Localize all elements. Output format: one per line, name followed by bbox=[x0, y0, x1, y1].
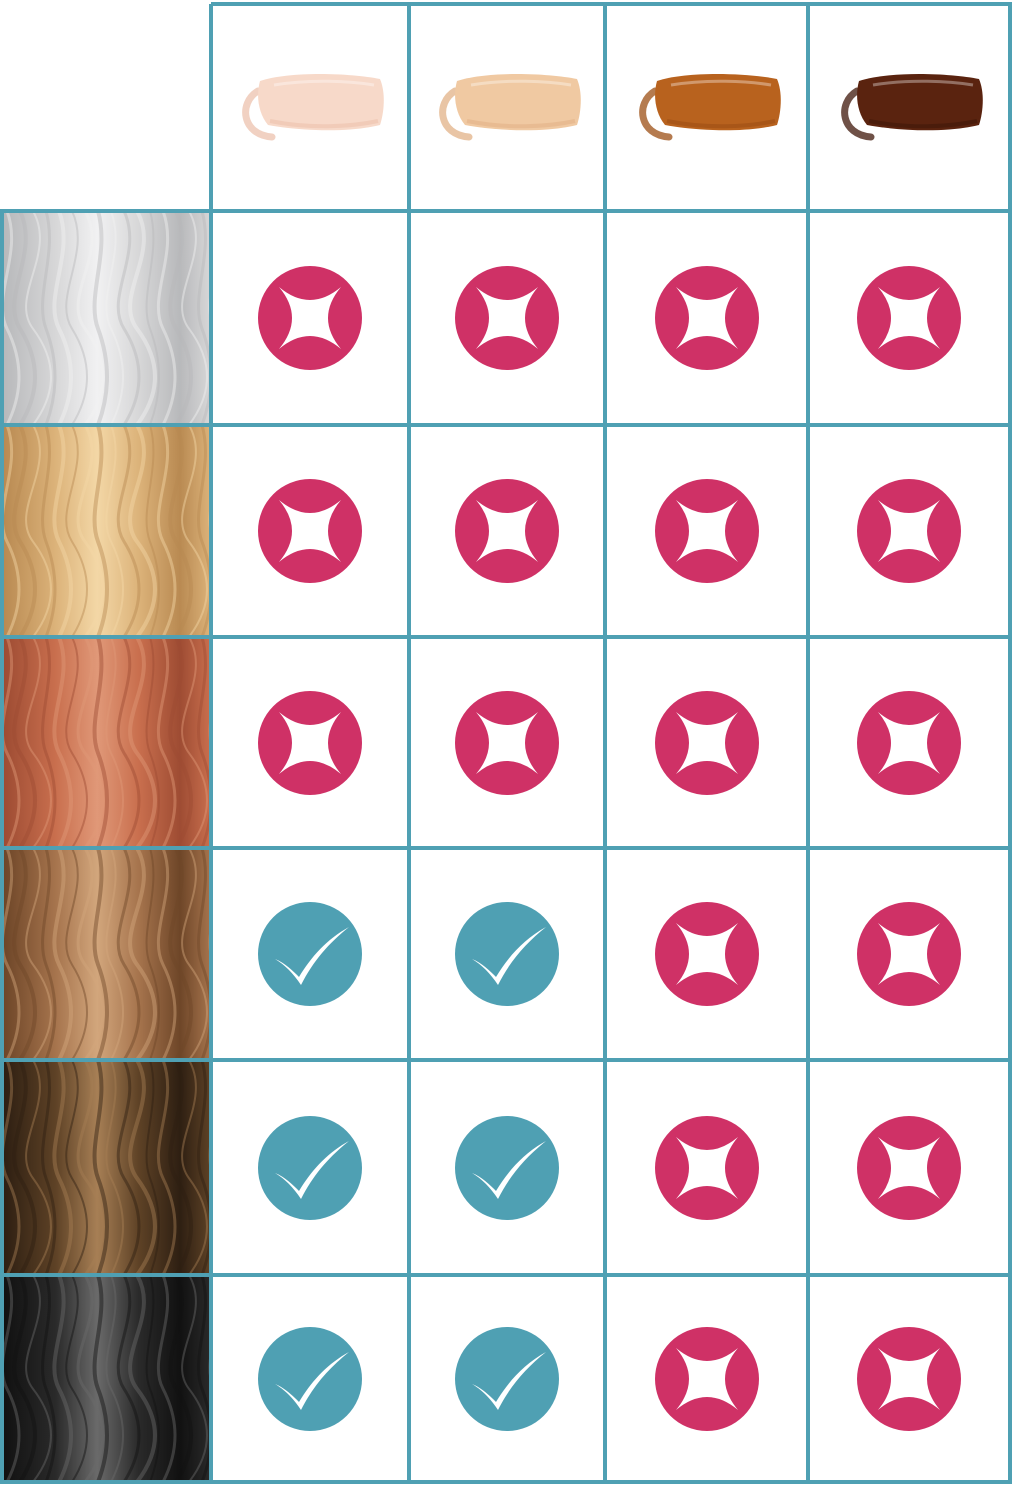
hair-skin-compatibility-grid bbox=[0, 0, 1016, 1488]
grid-lines bbox=[0, 2, 1012, 1484]
